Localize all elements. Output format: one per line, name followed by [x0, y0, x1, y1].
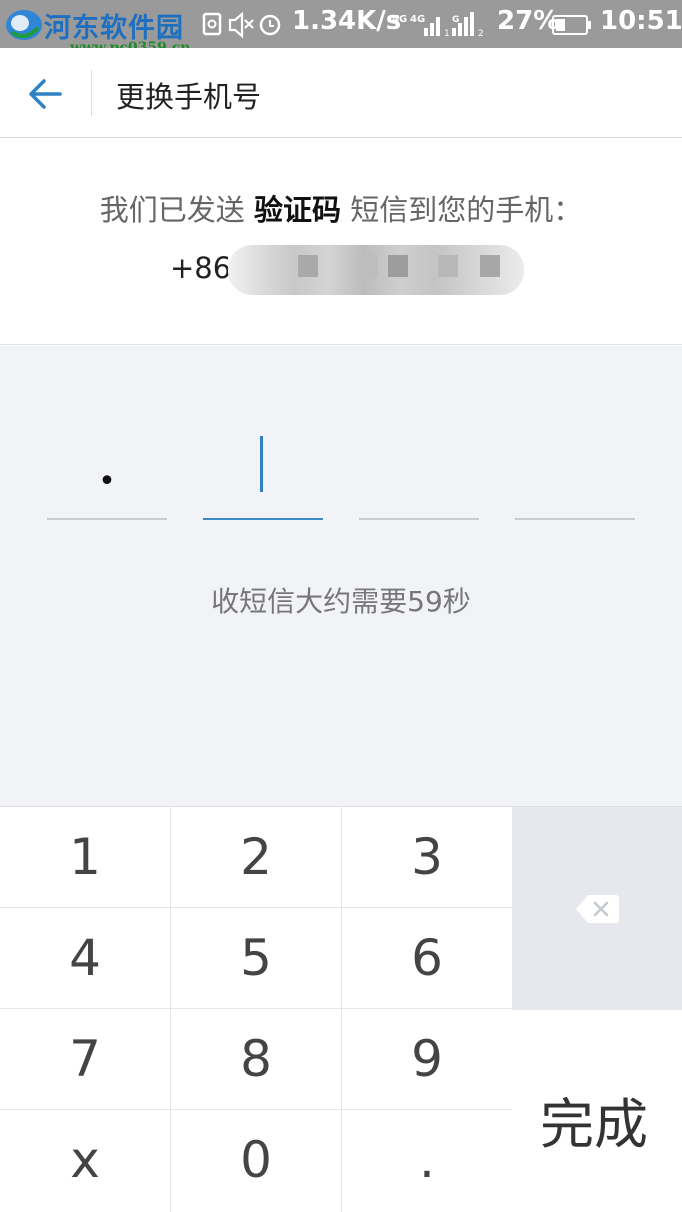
phone-number-redacted	[228, 245, 524, 295]
svg-text:1: 1	[444, 29, 450, 39]
done-label: 完成	[540, 1093, 648, 1156]
svg-text:4G: 4G	[410, 14, 425, 25]
text-caret	[260, 436, 263, 492]
numeric-keypad: 1 2 3 4 5 6 7 8 9 x 0 . 完成	[0, 806, 682, 1212]
net-speed: 1.34K/s	[292, 6, 402, 36]
back-arrow-icon	[29, 79, 62, 109]
header-divider	[91, 70, 92, 116]
status-bar: 河东软件园 www.pc0359.cn 1.34K/s 4G 4G 1 G 2 …	[0, 0, 682, 56]
key-4[interactable]: 4	[0, 908, 171, 1009]
app-header: 更换手机号	[0, 48, 682, 138]
page-title: 更换手机号	[116, 80, 262, 114]
svg-text:4G: 4G	[392, 14, 407, 25]
watermark-logo-icon	[6, 10, 42, 40]
key-9[interactable]: 9	[342, 1009, 513, 1110]
signal-icon: 4G 4G 1 G 2	[392, 12, 484, 39]
code-slot-2[interactable]	[203, 406, 323, 520]
status-icons	[202, 11, 281, 39]
code-digit: •	[98, 464, 116, 499]
code-slot-underline	[203, 518, 323, 520]
battery-icon	[552, 15, 591, 35]
key-2[interactable]: 2	[171, 807, 342, 908]
key-3[interactable]: 3	[342, 807, 513, 908]
battery-percent: 27%	[497, 6, 560, 36]
back-button[interactable]	[18, 68, 74, 120]
key-1[interactable]: 1	[0, 807, 171, 908]
nfc-icon	[202, 12, 222, 36]
code-slot-3[interactable]	[359, 406, 479, 520]
sms-info-section: 我们已发送 验证码 短信到您的手机： +86	[0, 139, 682, 345]
sms-sent-message: 我们已发送 验证码 短信到您的手机：	[0, 187, 682, 229]
svg-text:2: 2	[478, 29, 484, 39]
code-slot-underline	[515, 518, 635, 520]
key-8[interactable]: 8	[171, 1009, 342, 1110]
code-slot-4[interactable]	[515, 406, 635, 520]
watermark: 河东软件园 www.pc0359.cn	[4, 6, 224, 56]
code-slot-underline	[359, 518, 479, 520]
key-dot[interactable]: .	[342, 1110, 513, 1212]
code-slot-underline	[47, 518, 167, 520]
key-0[interactable]: 0	[171, 1110, 342, 1212]
mute-icon	[228, 11, 254, 39]
key-7[interactable]: 7	[0, 1009, 171, 1110]
code-slot-1[interactable]: •	[47, 406, 167, 520]
sms-sent-keyword: 验证码	[253, 193, 341, 227]
phone-country-code: +86	[170, 251, 232, 285]
alarm-icon	[259, 14, 281, 36]
key-x[interactable]: x	[0, 1110, 171, 1212]
sms-countdown: 收短信大约需要59秒	[211, 585, 471, 618]
key-6[interactable]: 6	[342, 908, 513, 1009]
sms-sent-suffix: 短信到您的手机：	[341, 193, 583, 227]
key-5[interactable]: 5	[171, 908, 342, 1009]
done-key[interactable]: 完成	[512, 1010, 682, 1212]
code-entry-area: • 收短信大约需要59秒	[0, 346, 682, 806]
sms-sent-prefix: 我们已发送	[99, 193, 254, 227]
clock: 10:51	[600, 6, 682, 36]
backspace-icon	[576, 895, 619, 923]
delete-key[interactable]	[512, 807, 682, 1010]
